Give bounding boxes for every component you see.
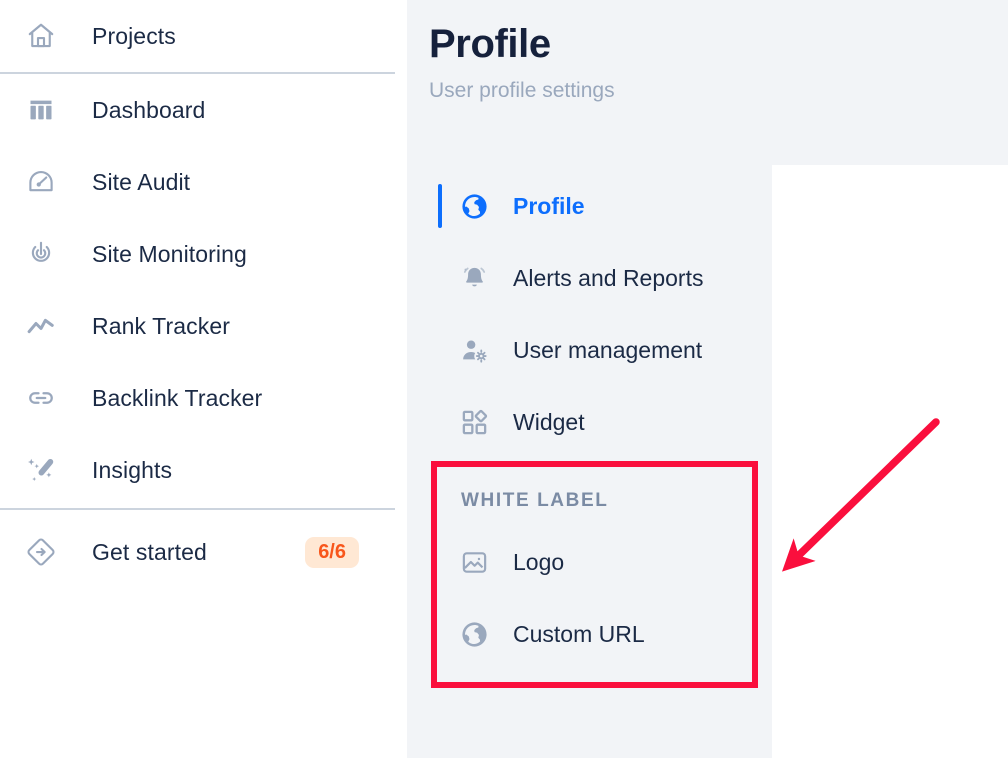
sidebar-group-top: Projects xyxy=(0,0,407,72)
sidebar-item-label: Rank Tracker xyxy=(92,312,230,339)
settings-nav-item-logo[interactable]: Logo xyxy=(429,526,759,598)
sidebar-group-main: Dashboard Site Audit Site Monitoring Ran… xyxy=(0,74,407,506)
sidebar-item-dashboard[interactable]: Dashboard xyxy=(0,74,407,146)
sidebar-item-insights[interactable]: Insights xyxy=(0,434,407,506)
settings-nav-item-widget[interactable]: Widget xyxy=(429,386,759,458)
primary-sidebar: Projects Dashboard Site Audit Site Monit… xyxy=(0,0,407,758)
bell-icon xyxy=(457,264,491,293)
settings-nav-item-label: User management xyxy=(513,336,703,363)
sidebar-group-bottom: Get started 6/6 xyxy=(0,510,407,594)
settings-nav-item-label: Profile xyxy=(513,192,585,219)
image-icon xyxy=(457,548,491,577)
white-label-heading: WHITE LABEL xyxy=(461,490,609,511)
sidebar-item-label: Get started xyxy=(92,538,207,565)
settings-nav-item-user-management[interactable]: User management xyxy=(429,314,759,386)
active-indicator-bar xyxy=(438,184,442,228)
globe-icon xyxy=(457,620,491,649)
page-header: Profile User profile settings xyxy=(407,0,1008,102)
globe-icon xyxy=(457,192,491,221)
settings-nav-item-profile[interactable]: Profile xyxy=(429,170,759,242)
settings-nav-item-label: Logo xyxy=(513,548,565,575)
sidebar-item-label: Insights xyxy=(92,456,173,483)
settings-nav-item-label: Alerts and Reports xyxy=(513,264,704,291)
gauge-icon xyxy=(22,167,60,197)
sidebar-item-backlink-tracker[interactable]: Backlink Tracker xyxy=(0,362,407,434)
sidebar-item-rank-tracker[interactable]: Rank Tracker xyxy=(0,290,407,362)
sidebar-item-site-monitoring[interactable]: Site Monitoring xyxy=(0,218,407,290)
sidebar-item-projects[interactable]: Projects xyxy=(0,0,407,72)
dashboard-icon xyxy=(22,96,60,124)
user-gear-icon xyxy=(457,336,491,365)
radar-icon xyxy=(22,239,60,269)
sidebar-item-site-audit[interactable]: Site Audit xyxy=(0,146,407,218)
content-panel xyxy=(772,165,1008,758)
sidebar-item-label: Site Monitoring xyxy=(92,240,247,267)
line-chart-icon xyxy=(22,311,60,341)
settings-nav-item-custom-url[interactable]: Custom URL xyxy=(429,598,759,670)
settings-nav-item-label: Widget xyxy=(513,408,585,435)
home-icon xyxy=(22,21,60,51)
sidebar-item-label: Projects xyxy=(92,22,176,49)
page-title: Profile xyxy=(429,22,551,66)
sidebar-item-label: Site Audit xyxy=(92,168,191,195)
widget-grid-icon xyxy=(457,408,491,437)
get-started-badge: 6/6 xyxy=(305,536,359,568)
page-subtitle: User profile settings xyxy=(429,78,615,102)
sidebar-item-label: Dashboard xyxy=(92,96,206,123)
settings-nav-item-label: Custom URL xyxy=(513,620,645,647)
settings-nav-item-alerts-and-reports[interactable]: Alerts and Reports xyxy=(429,242,759,314)
settings-nav: Profile Alerts and Reports User manageme… xyxy=(429,170,759,458)
magic-wand-icon xyxy=(22,455,60,485)
main-area: Profile User profile settings Profile Al… xyxy=(407,0,1008,758)
sidebar-item-label: Backlink Tracker xyxy=(92,384,263,411)
link-icon xyxy=(22,383,60,413)
app-root: Projects Dashboard Site Audit Site Monit… xyxy=(0,0,1008,758)
sidebar-item-get-started[interactable]: Get started 6/6 xyxy=(0,510,407,594)
diamond-arrow-icon xyxy=(22,537,60,567)
white-label-section: WHITE LABEL Logo Custom URL xyxy=(429,462,759,670)
